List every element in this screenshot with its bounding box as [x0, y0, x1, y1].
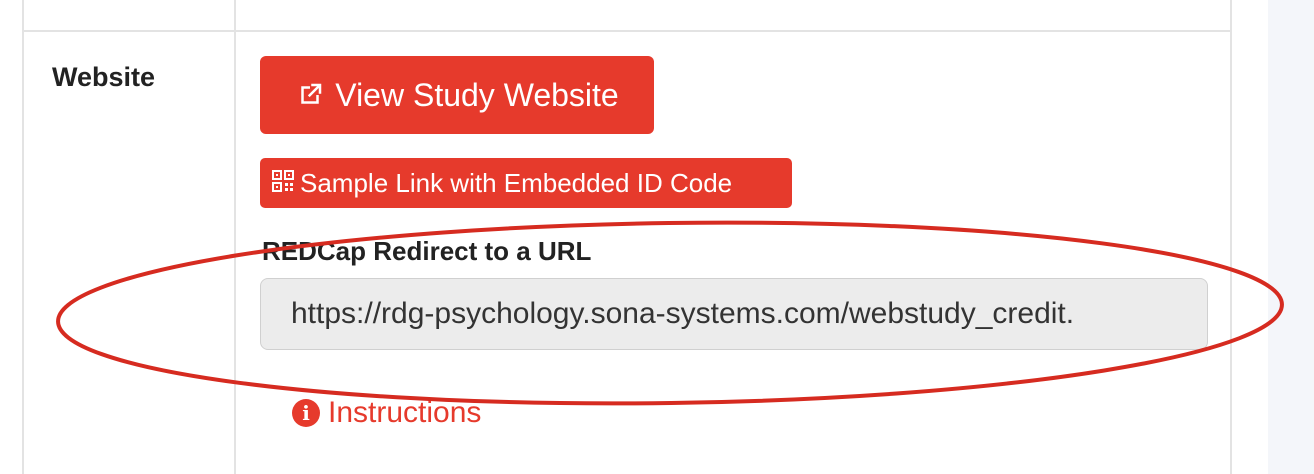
- table-row-divider: [22, 30, 1232, 32]
- qr-code-icon: [272, 168, 294, 199]
- info-circle-icon: i: [292, 399, 320, 427]
- redirect-url-field[interactable]: [260, 278, 1208, 350]
- external-link-icon: [295, 80, 325, 110]
- table-border-right: [1230, 0, 1232, 474]
- page: Website View Study Website Sample Link w…: [0, 0, 1314, 474]
- view-study-website-label: View Study Website: [335, 76, 619, 113]
- right-scroll-strip: [1268, 0, 1314, 474]
- instructions-label: Instructions: [328, 396, 482, 429]
- annotation-ellipse: [56, 220, 1284, 406]
- sample-link-button[interactable]: Sample Link with Embedded ID Code: [260, 158, 792, 208]
- table-border-left: [22, 0, 24, 474]
- instructions-link[interactable]: i Instructions: [292, 396, 481, 430]
- sample-link-label: Sample Link with Embedded ID Code: [300, 167, 733, 198]
- website-row-label: Website: [52, 62, 156, 92]
- table-column-divider: [234, 0, 236, 474]
- view-study-website-button[interactable]: View Study Website: [260, 56, 654, 134]
- redirect-url-label: REDCap Redirect to a URL: [262, 236, 592, 266]
